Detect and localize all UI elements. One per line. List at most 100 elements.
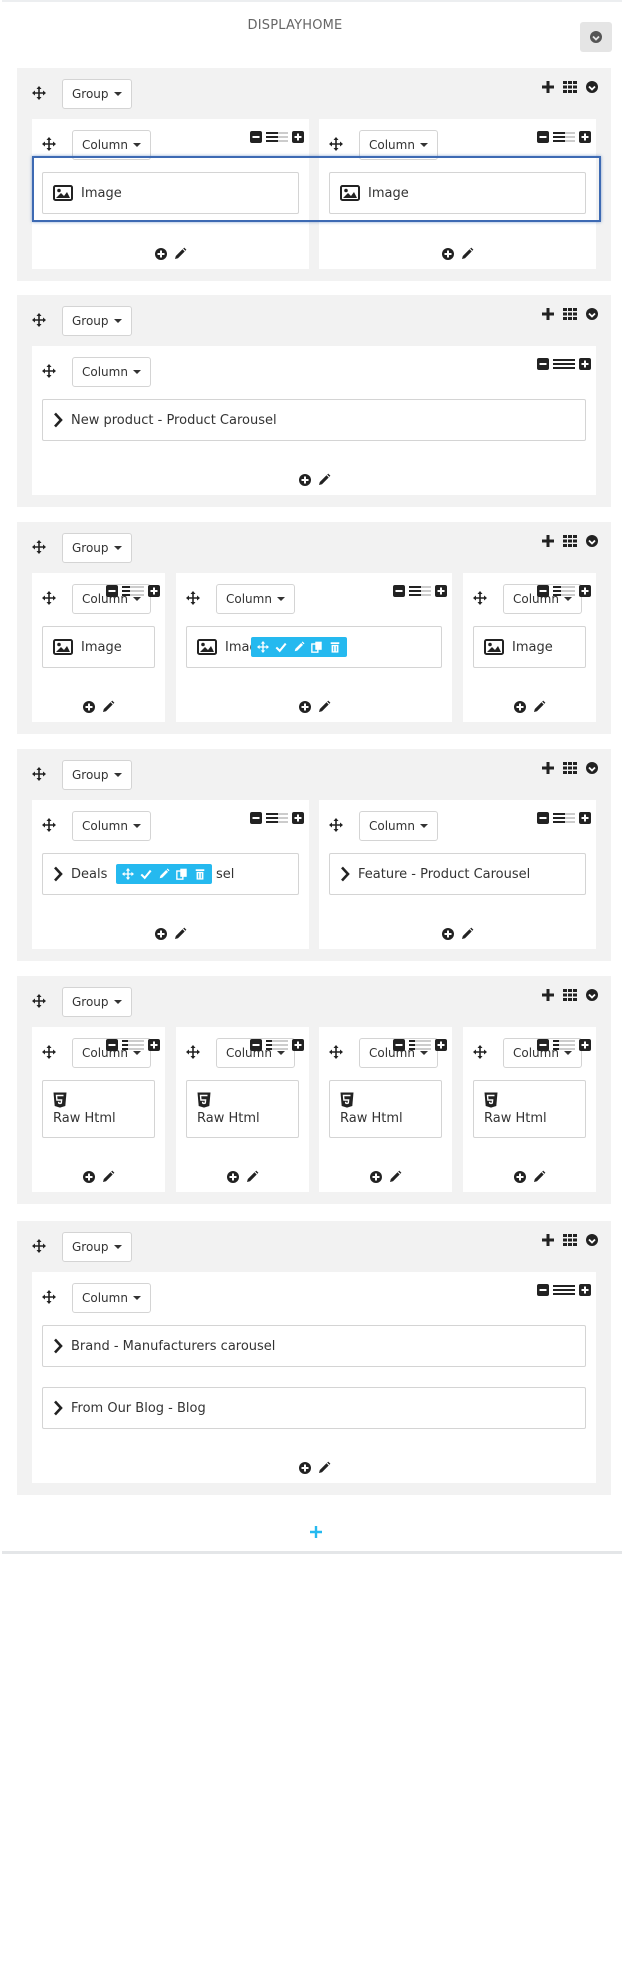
move-icon[interactable] xyxy=(257,641,269,653)
check-icon[interactable] xyxy=(275,641,287,653)
group-dropdown[interactable]: Group xyxy=(62,987,132,1017)
trash-icon[interactable] xyxy=(194,868,206,880)
group-dropdown[interactable]: Group xyxy=(62,760,132,790)
circle-arrow-down-icon[interactable] xyxy=(585,761,599,775)
plus-circle-icon[interactable] xyxy=(226,1170,240,1184)
move-icon[interactable] xyxy=(42,1044,56,1063)
pencil-icon[interactable] xyxy=(460,927,474,941)
plus-square-icon[interactable] xyxy=(434,1038,448,1052)
add-group-button[interactable] xyxy=(306,1522,326,1542)
minus-square-icon[interactable] xyxy=(536,1283,550,1297)
pencil-icon[interactable] xyxy=(293,641,305,653)
pencil-icon[interactable] xyxy=(388,1170,402,1184)
grid-icon[interactable] xyxy=(563,761,577,775)
move-icon[interactable] xyxy=(32,766,46,785)
column-dropdown[interactable]: Column xyxy=(72,130,151,160)
plus-circle-icon[interactable] xyxy=(298,700,312,714)
plus-circle-icon[interactable] xyxy=(82,700,96,714)
move-icon[interactable] xyxy=(473,590,487,609)
circle-arrow-down-icon[interactable] xyxy=(585,534,599,548)
plus-square-icon[interactable] xyxy=(578,1283,592,1297)
move-icon[interactable] xyxy=(32,85,46,104)
move-icon[interactable] xyxy=(473,1044,487,1063)
html-widget[interactable]: Raw Html xyxy=(329,1080,442,1138)
plus-circle-icon[interactable] xyxy=(154,247,168,261)
move-icon[interactable] xyxy=(42,363,56,382)
size-bars-icon[interactable] xyxy=(266,811,288,825)
plus-circle-icon[interactable] xyxy=(513,1170,527,1184)
plus-square-icon[interactable] xyxy=(578,1038,592,1052)
column-dropdown[interactable]: Column xyxy=(359,130,438,160)
column-dropdown[interactable]: Column xyxy=(72,1283,151,1313)
plus-circle-icon[interactable] xyxy=(513,700,527,714)
grid-icon[interactable] xyxy=(563,80,577,94)
minus-square-icon[interactable] xyxy=(249,811,263,825)
size-bars-icon[interactable] xyxy=(409,1038,431,1052)
group-dropdown[interactable]: Group xyxy=(62,79,132,109)
minus-square-icon[interactable] xyxy=(249,1038,263,1052)
move-icon[interactable] xyxy=(42,817,56,836)
move-icon[interactable] xyxy=(329,136,343,155)
plus-square-icon[interactable] xyxy=(434,584,448,598)
circle-arrow-down-icon[interactable] xyxy=(585,80,599,94)
pencil-icon[interactable] xyxy=(460,247,474,261)
move-icon[interactable] xyxy=(186,590,200,609)
minus-square-icon[interactable] xyxy=(392,1038,406,1052)
move-icon[interactable] xyxy=(329,1044,343,1063)
plus-square-icon[interactable] xyxy=(291,811,305,825)
size-bars-icon[interactable] xyxy=(553,811,575,825)
html-widget[interactable]: Raw Html xyxy=(186,1080,299,1138)
move-icon[interactable] xyxy=(32,1238,46,1257)
minus-square-icon[interactable] xyxy=(249,130,263,144)
plus-square-icon[interactable] xyxy=(147,1038,161,1052)
plus-icon[interactable] xyxy=(541,534,555,548)
pencil-icon[interactable] xyxy=(317,700,331,714)
pencil-icon[interactable] xyxy=(532,1170,546,1184)
plus-square-icon[interactable] xyxy=(578,357,592,371)
plus-circle-icon[interactable] xyxy=(441,247,455,261)
minus-square-icon[interactable] xyxy=(536,811,550,825)
module-widget[interactable]: Feature - Product Carousel xyxy=(329,853,586,895)
circle-arrow-down-icon[interactable] xyxy=(585,1233,599,1247)
plus-square-icon[interactable] xyxy=(291,130,305,144)
pencil-icon[interactable] xyxy=(101,1170,115,1184)
plus-icon[interactable] xyxy=(541,80,555,94)
grid-icon[interactable] xyxy=(563,307,577,321)
move-icon[interactable] xyxy=(42,590,56,609)
image-widget[interactable]: Image xyxy=(42,626,155,668)
image-widget[interactable]: Image xyxy=(42,172,299,214)
pencil-icon[interactable] xyxy=(173,927,187,941)
grid-icon[interactable] xyxy=(563,1233,577,1247)
move-icon[interactable] xyxy=(42,1289,56,1308)
pencil-icon[interactable] xyxy=(158,868,170,880)
minus-square-icon[interactable] xyxy=(105,584,119,598)
module-widget[interactable]: New product - Product Carousel xyxy=(42,399,586,441)
size-bars-icon[interactable] xyxy=(266,130,288,144)
column-dropdown[interactable]: Column xyxy=(216,584,295,614)
grid-icon[interactable] xyxy=(563,988,577,1002)
plus-icon[interactable] xyxy=(541,1233,555,1247)
size-bars-icon[interactable] xyxy=(553,357,575,371)
trash-icon[interactable] xyxy=(329,641,341,653)
plus-circle-icon[interactable] xyxy=(298,473,312,487)
plus-circle-icon[interactable] xyxy=(154,927,168,941)
column-dropdown[interactable]: Column xyxy=(359,811,438,841)
copy-icon[interactable] xyxy=(311,641,323,653)
check-icon[interactable] xyxy=(140,868,152,880)
pencil-icon[interactable] xyxy=(101,700,115,714)
column-dropdown[interactable]: Column xyxy=(72,811,151,841)
plus-icon[interactable] xyxy=(541,307,555,321)
pencil-icon[interactable] xyxy=(173,247,187,261)
plus-circle-icon[interactable] xyxy=(441,927,455,941)
size-bars-icon[interactable] xyxy=(409,584,431,598)
size-bars-icon[interactable] xyxy=(122,584,144,598)
plus-circle-icon[interactable] xyxy=(369,1170,383,1184)
grid-icon[interactable] xyxy=(563,534,577,548)
image-widget[interactable]: Image xyxy=(473,626,586,668)
move-icon[interactable] xyxy=(42,136,56,155)
module-widget[interactable]: Brand - Manufacturers carousel xyxy=(42,1325,586,1367)
move-icon[interactable] xyxy=(32,312,46,331)
html-widget[interactable]: Raw Html xyxy=(42,1080,155,1138)
size-bars-icon[interactable] xyxy=(266,1038,288,1052)
group-dropdown[interactable]: Group xyxy=(62,533,132,563)
